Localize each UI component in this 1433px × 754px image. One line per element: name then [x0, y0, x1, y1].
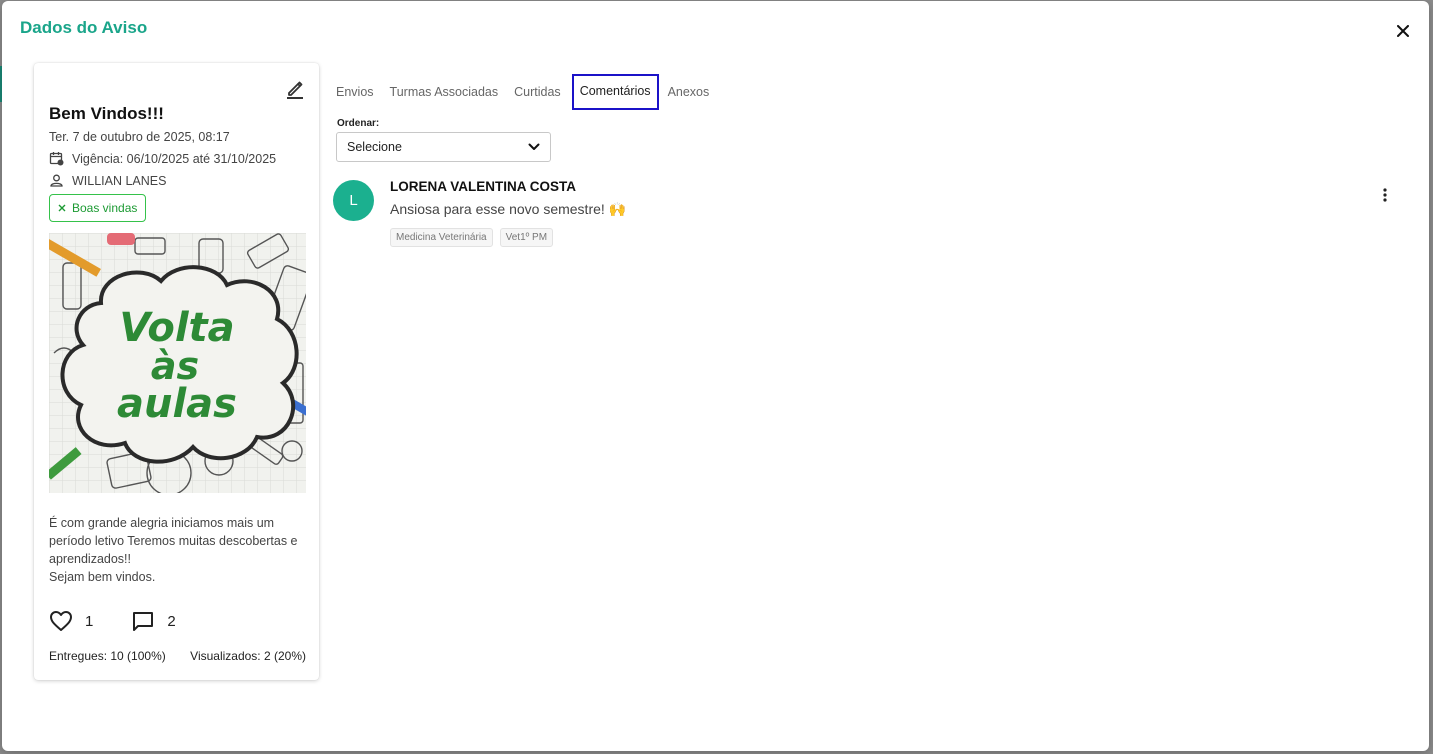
edit-button[interactable]	[284, 78, 306, 100]
tab-comentarios[interactable]: Comentários	[571, 74, 659, 110]
image-text-line3: aulas	[117, 381, 237, 427]
close-icon	[1397, 25, 1409, 37]
comment-tag: Medicina Veterinária	[390, 228, 493, 247]
tag-chip[interactable]: Boas vindas	[49, 194, 147, 222]
tag-label: Boas vindas	[72, 201, 138, 215]
notice-body: É com grande alegria iniciamos mais um p…	[49, 514, 311, 586]
order-label: Ordenar:	[337, 118, 380, 129]
avatar: L	[333, 180, 374, 221]
notice-body-line: Sejam bem vindos.	[49, 570, 156, 584]
author-name: WILLIAN LANES	[72, 173, 167, 188]
notice-title: Bem Vindos!!!	[49, 104, 164, 123]
more-vertical-icon	[1383, 188, 1387, 202]
user-icon	[50, 174, 63, 187]
edit-icon	[287, 81, 303, 99]
modal-title: Dados do Aviso	[20, 18, 148, 37]
calendar-icon	[49, 152, 64, 166]
comment-author: LORENA VALENTINA COSTA	[390, 179, 576, 194]
author-row: WILLIAN LANES	[49, 173, 166, 188]
tab-anexos[interactable]: Anexos	[665, 82, 713, 102]
validity-row: Vigência: 06/10/2025 até 31/10/2025	[49, 151, 276, 166]
validity-text: Vigência: 06/10/2025 até 31/10/2025	[72, 151, 277, 166]
engagement-stats: 1 2	[49, 610, 176, 632]
notice-body-line: aprendizados!!	[49, 552, 132, 566]
comment-text: Ansiosa para esse novo semestre! 🙌	[390, 201, 627, 217]
likes-count: 1	[85, 612, 94, 630]
like-button[interactable]: 1	[49, 610, 93, 632]
comments-button[interactable]: 2	[131, 610, 176, 632]
chevron-down-icon	[528, 143, 540, 150]
comments-count: 2	[167, 612, 176, 630]
viewed-count: Visualizados: 2 (20%)	[190, 649, 306, 663]
close-button[interactable]	[1393, 21, 1413, 41]
notice-date: Ter. 7 de outubro de 2025, 08:17	[49, 130, 230, 144]
delivery-stats: Entregues: 10 (100%) Visualizados: 2 (20…	[49, 649, 306, 663]
notice-modal: Dados do Aviso Bem Vindos!!! Ter. 7 de o…	[2, 1, 1429, 751]
notice-body-line: período letivo Teremos muitas descoberta…	[49, 534, 298, 548]
comment-more-button[interactable]	[1376, 184, 1394, 206]
comment-icon	[133, 612, 154, 631]
detail-tabs: Envios Turmas Associadas Curtidas Coment…	[333, 74, 722, 110]
heart-icon	[50, 611, 72, 631]
order-select[interactable]: Selecione	[336, 132, 551, 162]
x-icon	[58, 204, 66, 212]
tab-curtidas[interactable]: Curtidas	[511, 82, 564, 102]
notice-body-line: É com grande alegria iniciamos mais um	[49, 516, 275, 530]
comment-tag: Vet1º PM	[499, 228, 554, 247]
tab-envios[interactable]: Envios	[333, 82, 377, 102]
notice-card: Bem Vindos!!! Ter. 7 de outubro de 2025,…	[34, 63, 319, 680]
order-selected-value: Selecione	[347, 140, 402, 154]
delivered-count: Entregues: 10 (100%)	[49, 649, 166, 663]
notice-image: Volta às aulas	[49, 233, 306, 493]
tab-turmas-associadas[interactable]: Turmas Associadas	[387, 82, 502, 102]
comment-tags: Medicina Veterinária Vet1º PM	[390, 228, 554, 247]
